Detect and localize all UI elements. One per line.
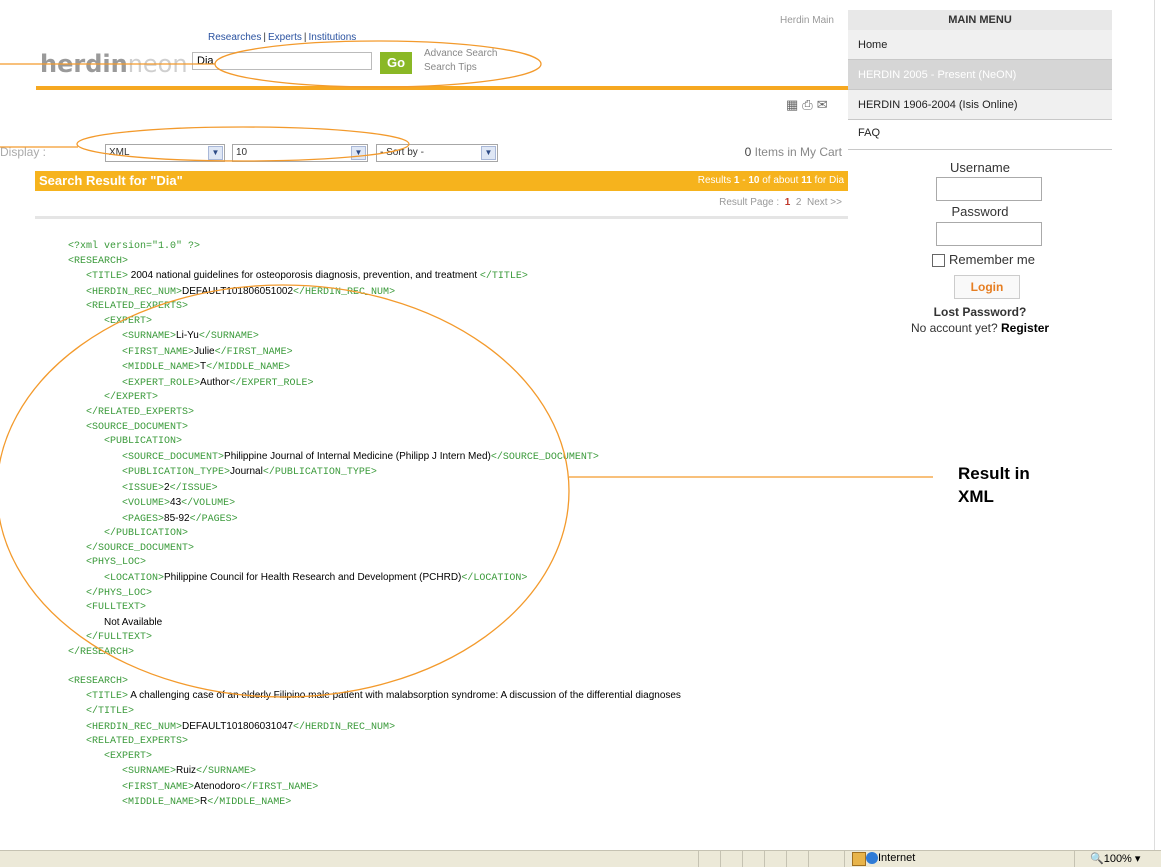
- nav-link-researches[interactable]: Researches: [208, 32, 261, 43]
- display-label: Display :: [0, 145, 47, 159]
- go-button[interactable]: Go: [380, 52, 412, 74]
- results-divider: [35, 216, 848, 219]
- annotation-label: Result in XML: [958, 464, 1030, 506]
- register-prompt: No account yet? Register: [910, 321, 1050, 335]
- search-input[interactable]: [192, 52, 372, 70]
- chevron-down-icon: ▼: [481, 146, 496, 160]
- scrollbar-edge[interactable]: [1154, 0, 1155, 850]
- zoom-icon: 🔍: [1090, 853, 1104, 865]
- username-label: Username: [950, 160, 1010, 175]
- results-summary: Results 1 - 10 of about 11 for Dia: [697, 175, 844, 186]
- register-link[interactable]: Register: [1001, 321, 1049, 335]
- globe-icon: [866, 852, 878, 864]
- site-logo[interactable]: herdinneon: [40, 50, 188, 78]
- sidebar-item-faq[interactable]: FAQ: [848, 120, 1112, 150]
- pagination: Result Page : 1 2 Next >>: [719, 197, 842, 208]
- cart-status[interactable]: 0 Items in My Cart: [745, 145, 842, 159]
- tool-icons: ▦ ⎙ ✉: [786, 97, 832, 113]
- login-button[interactable]: Login: [954, 275, 1020, 299]
- password-label: Password: [951, 204, 1009, 219]
- format-select[interactable]: XML ▼: [105, 144, 225, 162]
- nav-link-experts[interactable]: Experts: [268, 32, 302, 43]
- password-field[interactable]: [936, 222, 1042, 246]
- security-zone: Internet: [878, 852, 916, 864]
- results-header-bar: Search Result for "Dia" Results 1 - 10 o…: [35, 171, 848, 191]
- lost-password-link[interactable]: Lost Password?: [848, 305, 1112, 319]
- email-icon[interactable]: ✉: [817, 97, 828, 112]
- top-nav-links: Researches | Experts | Institutions: [208, 32, 357, 43]
- search-tips-link[interactable]: Search Tips: [424, 61, 497, 75]
- chevron-down-icon: ▼: [208, 146, 223, 160]
- sidebar-item-home[interactable]: Home: [848, 30, 1112, 60]
- herdin-main-link[interactable]: Herdin Main: [780, 15, 834, 26]
- main-menu-heading: MAIN MENU: [848, 10, 1112, 30]
- results-title: Search Result for "Dia": [39, 173, 183, 188]
- header-divider: [36, 86, 848, 90]
- nav-link-institutions[interactable]: Institutions: [308, 32, 356, 43]
- sidebar-item-herdin-neon[interactable]: HERDIN 2005 - Present (NeON): [848, 60, 1112, 90]
- search-links: Advance Search Search Tips: [424, 47, 497, 75]
- sidebar-item-herdin-isis[interactable]: HERDIN 1906-2004 (Isis Online): [848, 90, 1112, 120]
- page-size-select[interactable]: 10 ▼: [232, 144, 368, 162]
- zoom-control[interactable]: 🔍100% ▾: [1090, 852, 1140, 865]
- sidebar: MAIN MENU Home HERDIN 2005 - Present (Ne…: [848, 0, 1112, 850]
- next-link[interactable]: Next >>: [807, 197, 842, 208]
- remember-me[interactable]: Remember me: [932, 252, 1035, 268]
- sort-select[interactable]: - Sort by - ▼: [376, 144, 498, 162]
- xml-result: <?xml version="1.0" ?> <RESEARCH> <TITLE…: [68, 241, 681, 809]
- print-icon[interactable]: ⎙: [802, 97, 812, 112]
- security-icon: [852, 852, 866, 866]
- chevron-down-icon: ▼: [351, 146, 366, 160]
- advance-search-link[interactable]: Advance Search: [424, 47, 497, 61]
- username-field[interactable]: [936, 177, 1042, 201]
- page-link-2[interactable]: 2: [796, 197, 802, 208]
- page-link-1[interactable]: 1: [785, 197, 791, 208]
- save-icon[interactable]: ▦: [786, 97, 798, 112]
- status-bar: Internet 🔍100% ▾: [0, 850, 1161, 867]
- main-content: Herdin Main Researches | Experts | Instituti…: [0, 0, 848, 850]
- remember-checkbox[interactable]: [932, 254, 945, 268]
